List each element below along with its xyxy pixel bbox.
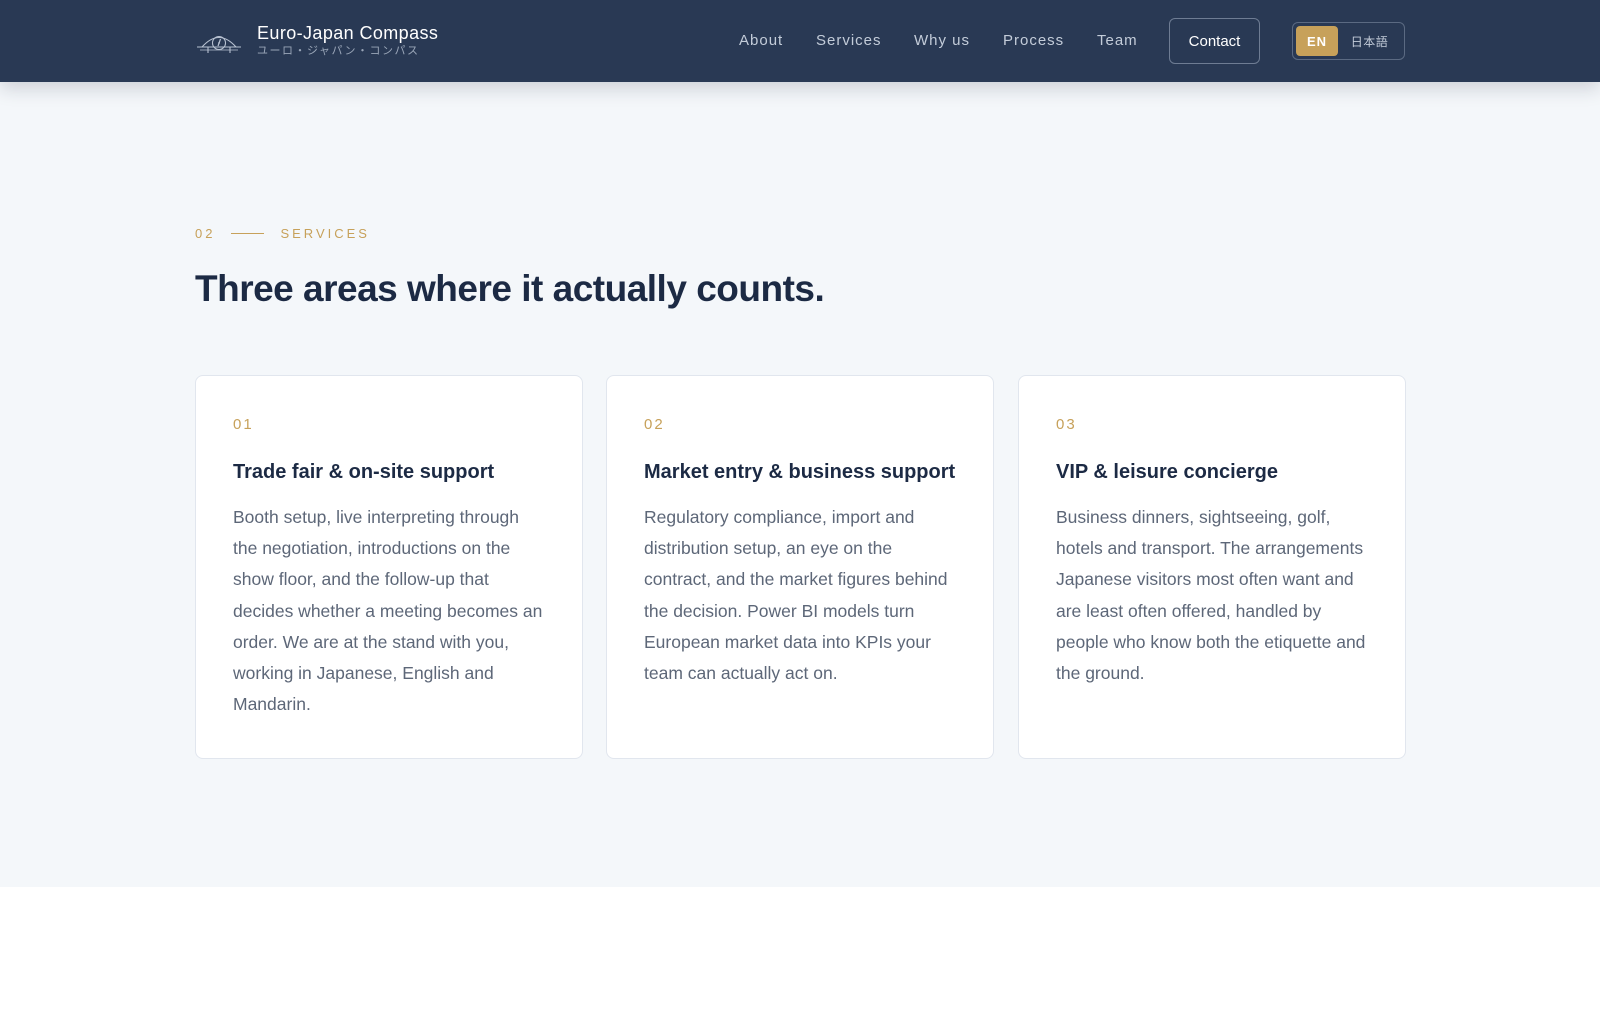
card-number: 03: [1056, 416, 1077, 433]
nav-link-why-us[interactable]: Why us: [914, 32, 970, 49]
card-description: Booth setup, live interpreting through t…: [233, 507, 543, 715]
next-section-background: [0, 887, 1600, 1029]
nav-link-services[interactable]: Services: [816, 32, 882, 49]
section-eyebrow: 02 SERVICES: [195, 225, 370, 241]
language-option-en[interactable]: EN: [1296, 26, 1338, 56]
nav-link-process[interactable]: Process: [1003, 32, 1064, 49]
eyebrow-label: SERVICES: [280, 225, 370, 241]
section-title: Three areas where it actually counts.: [195, 268, 825, 309]
service-card-trade-fair: 01 Trade fair & on-site support Booth se…: [195, 375, 583, 759]
site-header: Euro-Japan Compass ユーロ・ジャパン・コンパス About S…: [0, 0, 1600, 82]
card-number: 01: [233, 416, 254, 433]
brand-logo-link[interactable]: Euro-Japan Compass ユーロ・ジャパン・コンパス: [195, 20, 438, 60]
compass-logo-icon: [197, 35, 241, 53]
brand-name: Euro-Japan Compass: [257, 22, 439, 43]
service-card-market-entry: 02 Market entry & business support Regul…: [606, 375, 994, 759]
card-title: Trade fair & on-site support: [233, 461, 495, 483]
language-option-ja[interactable]: 日本語: [1338, 26, 1401, 56]
card-description: Business dinners, sightseeing, golf, hot…: [1056, 507, 1366, 684]
nav-link-team[interactable]: Team: [1097, 32, 1138, 49]
eyebrow-divider: [231, 232, 265, 234]
language-switcher: EN 日本語: [1292, 22, 1405, 60]
nav-link-about[interactable]: About: [739, 32, 783, 49]
services-section: 02 SERVICES Three areas where it actuall…: [0, 82, 1600, 887]
eyebrow-number: 02: [195, 225, 216, 241]
contact-button[interactable]: Contact: [1169, 18, 1260, 64]
card-description: Regulatory compliance, import and distri…: [644, 507, 948, 684]
card-title: VIP & leisure concierge: [1056, 461, 1278, 483]
brand-subtitle-japanese: ユーロ・ジャパン・コンパス: [257, 43, 420, 57]
service-card-vip-concierge: 03 VIP & leisure concierge Business dinn…: [1018, 375, 1406, 759]
card-number: 02: [644, 416, 665, 433]
card-title: Market entry & business support: [644, 461, 956, 483]
